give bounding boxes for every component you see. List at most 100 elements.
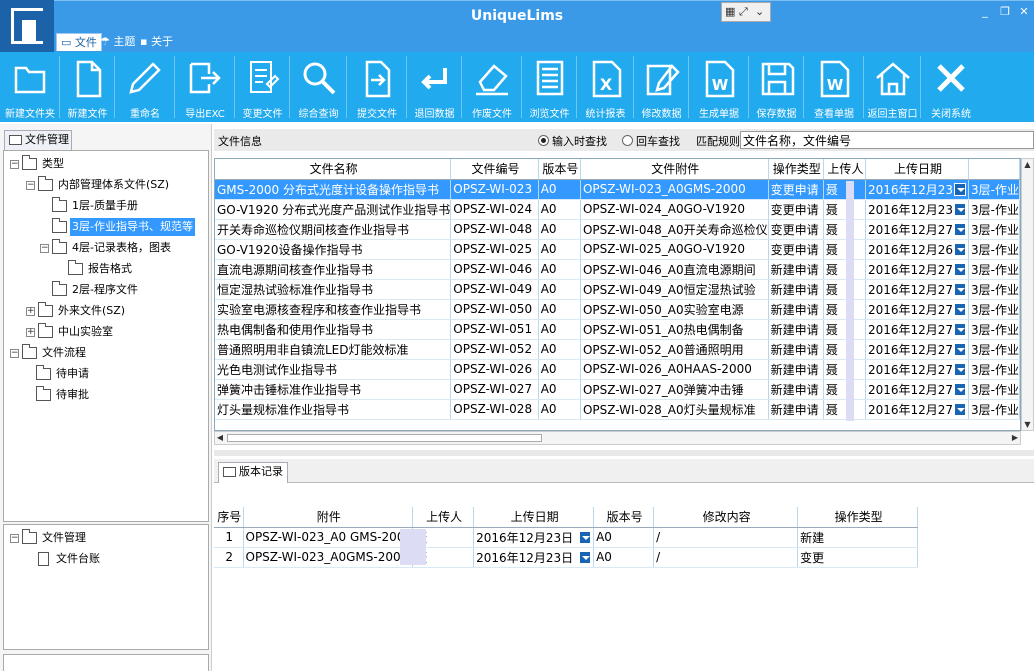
table-row[interactable]: 开关寿命巡检仪期间核查作业指导书 OPSZ-WI-048 A0 OPSZ-WI-048…: [215, 219, 1021, 240]
splitter[interactable]: [214, 450, 1034, 456]
toolbar-button-12[interactable]: W 生成单据: [689, 52, 749, 122]
table-row[interactable]: GMS-2000 分布式光度计设备操作指导书 OPSZ-WI-023 A0 OPSZ-…: [215, 179, 1021, 200]
layout-switcher[interactable]: ▦ ⤢ ⌄: [721, 2, 771, 22]
column-header[interactable]: 附件: [243, 507, 414, 528]
dropdown-arrow-icon[interactable]: [953, 182, 966, 196]
toolbar-button-2[interactable]: 重命名: [115, 52, 175, 122]
dropdown-arrow-icon[interactable]: [953, 222, 966, 236]
table-row[interactable]: 光色电测试作业指导书 OPSZ-WI-026 A0 OPSZ-WI-026_A0HAA…: [215, 359, 1021, 380]
tree-node-type[interactable]: − 类型: [10, 155, 200, 173]
tree-node-file-ledger[interactable]: 文件台账: [24, 550, 194, 568]
column-header[interactable]: 版本号: [538, 159, 581, 180]
radio-search-on-enter[interactable]: 回车查找: [622, 133, 680, 149]
tree-node-pending-approve[interactable]: 待审批: [24, 386, 194, 404]
tab-file-management[interactable]: 文件管理: [4, 130, 72, 150]
menu-theme[interactable]: ☂ 主题: [96, 33, 139, 51]
toolbar-button-15[interactable]: 返回主窗口: [864, 52, 921, 122]
dropdown-arrow-icon[interactable]: [579, 530, 592, 544]
toolbar-button-16[interactable]: 关闭系统: [921, 52, 981, 122]
scroll-thumb[interactable]: [227, 434, 542, 442]
table-row[interactable]: 直流电源期间核查作业指导书 OPSZ-WI-046 A0 OPSZ-WI-046_A0…: [215, 259, 1021, 280]
tree-node-pending-apply[interactable]: 待申请: [24, 365, 194, 383]
column-header[interactable]: 文件附件: [580, 159, 769, 180]
toolbar-button-5[interactable]: 综合查询: [290, 52, 347, 122]
column-header[interactable]: 上传日期: [473, 507, 595, 528]
dropdown-arrow-icon[interactable]: [953, 342, 966, 356]
tree-node-external[interactable]: + 外来文件(SZ): [26, 302, 206, 320]
toolbar-button-1[interactable]: 新建文件: [60, 52, 115, 122]
horizontal-scrollbar[interactable]: ◀ ▶: [214, 431, 1021, 445]
table-row[interactable]: 恒定湿热试验标准作业指导书 OPSZ-WI-049 A0 OPSZ-WI-049_A0…: [215, 279, 1021, 300]
close-window-icon[interactable]: ✕: [1015, 5, 1033, 19]
dropdown-arrow-icon[interactable]: [953, 322, 966, 336]
dropdown-arrow-icon[interactable]: [953, 242, 966, 256]
column-header[interactable]: 操作类型: [768, 159, 824, 180]
column-header[interactable]: [968, 159, 1021, 180]
grid-icon[interactable]: ▦: [725, 5, 735, 19]
table-row[interactable]: 灯头量规标准作业指导书 OPSZ-WI-028 A0 OPSZ-WI-028_A0灯头…: [215, 399, 1021, 420]
dropdown-arrow-icon[interactable]: [953, 262, 966, 276]
toolbar-button-13[interactable]: 保存数据: [749, 52, 804, 122]
scroll-down-icon[interactable]: ▼: [1022, 419, 1033, 430]
tree-node-layer1[interactable]: 1层-质量手册: [40, 197, 200, 215]
column-header[interactable]: 修改内容: [653, 507, 799, 528]
menu-about[interactable]: ▪ 关于: [136, 33, 177, 51]
tree-node-layer4[interactable]: −4层-记录表格，图表: [40, 239, 200, 257]
column-header[interactable]: 文件名称: [215, 159, 452, 180]
menu-file[interactable]: ▭ 文件: [56, 33, 102, 51]
toolbar-button-4[interactable]: 变更文件: [235, 52, 290, 122]
dropdown-arrow-icon[interactable]: [953, 382, 966, 396]
scroll-left-icon[interactable]: ◀: [215, 432, 225, 444]
toolbar-button-8[interactable]: 作废文件: [462, 52, 522, 122]
tree-node-layer2[interactable]: 2层-程序文件: [40, 281, 200, 299]
table-row[interactable]: 2OPSZ-WI-023_A0GMS-2000聂2016年12月23日A0/变更: [214, 547, 919, 568]
dropdown-arrow-icon[interactable]: [953, 362, 966, 376]
table-row[interactable]: 热电偶制备和使用作业指导书 OPSZ-WI-051 A0 OPSZ-WI-051_A0…: [215, 319, 1021, 340]
toolbar-button-6[interactable]: 提交文件: [347, 52, 407, 122]
toolbar-button-10[interactable]: X 统计报表: [577, 52, 634, 122]
column-header[interactable]: 操作类型: [797, 507, 919, 528]
scroll-right-icon[interactable]: ▶: [1010, 432, 1020, 444]
minimize-icon[interactable]: _: [976, 5, 994, 19]
table-row[interactable]: GO-V1920 分布式光度产品测试作业指导书 OPSZ-WI-024 A0 OPSZ…: [215, 199, 1021, 220]
search-input[interactable]: [740, 131, 1034, 149]
tab-version-record[interactable]: 版本记录: [218, 462, 288, 483]
chevron-down-icon[interactable]: ⌄: [755, 5, 764, 19]
dropdown-arrow-icon[interactable]: [579, 550, 592, 564]
table-cell: OPSZ-WI-026_A0HAAS-2000: [580, 359, 769, 380]
table-row[interactable]: 实验室电源核查程序和核查作业指导书 OPSZ-WI-050 A0 OPSZ-WI-05…: [215, 299, 1021, 320]
column-header[interactable]: 序号: [214, 507, 244, 528]
table-row[interactable]: 弹簧冲击锤标准作业指导书 OPSZ-WI-027 A0 OPSZ-WI-027_A0弹…: [215, 379, 1021, 400]
table-row[interactable]: 1OPSZ-WI-023_A0 GMS-2000聂2016年12月23日A0/新…: [214, 527, 919, 548]
dropdown-arrow-icon[interactable]: [953, 202, 966, 216]
fullscreen-icon[interactable]: ⤢: [739, 5, 748, 19]
tree-node-report-format[interactable]: 报告格式: [56, 260, 196, 278]
tree-node-internal[interactable]: − 内部管理体系文件(SZ): [26, 176, 206, 194]
column-header[interactable]: 上传人: [823, 159, 866, 180]
vertical-scrollbar[interactable]: ▲ ▼: [1021, 158, 1034, 431]
column-header[interactable]: 文件编号: [450, 159, 539, 180]
toolbar-button-3[interactable]: 导出EXC: [175, 52, 235, 122]
column-header[interactable]: 上传人: [412, 507, 475, 528]
restore-icon[interactable]: ❐: [996, 5, 1014, 19]
table-row[interactable]: GO-V1920设备操作指导书 OPSZ-WI-025 A0 OPSZ-WI-025_…: [215, 239, 1021, 260]
tree-node-file-management[interactable]: − 文件管理: [10, 529, 200, 547]
dropdown-arrow-icon[interactable]: [953, 402, 966, 416]
column-header[interactable]: 上传日期: [865, 159, 969, 180]
toolbar-button-14[interactable]: W 查看单据: [804, 52, 864, 122]
dropdown-arrow-icon[interactable]: [953, 302, 966, 316]
tree-node-layer3[interactable]: 3层-作业指导书、规范等: [40, 218, 208, 236]
dropdown-arrow-icon[interactable]: [953, 282, 966, 296]
tree-node-zhongshan[interactable]: + 中山实验室: [26, 323, 206, 341]
radio-search-on-input[interactable]: 输入时查找: [538, 133, 607, 149]
column-header[interactable]: 版本号: [593, 507, 655, 528]
toolbar-button-11[interactable]: 修改数据: [634, 52, 689, 122]
toolbar-button-9[interactable]: 浏览文件: [522, 52, 577, 122]
toolbar-button-7[interactable]: 退回数据: [407, 52, 462, 122]
table-row[interactable]: 普通照明用非自镇流LED灯能效标准 OPSZ-WI-052 A0 OPSZ-WI-05…: [215, 339, 1021, 360]
table-cell: 3层-作业: [968, 379, 1021, 400]
scroll-up-icon[interactable]: ▲: [1022, 159, 1033, 170]
table-cell: 变更申请: [768, 199, 824, 220]
tree-node-flow[interactable]: − 文件流程: [10, 344, 200, 362]
toolbar-button-0[interactable]: 新建文件夹: [0, 52, 60, 122]
